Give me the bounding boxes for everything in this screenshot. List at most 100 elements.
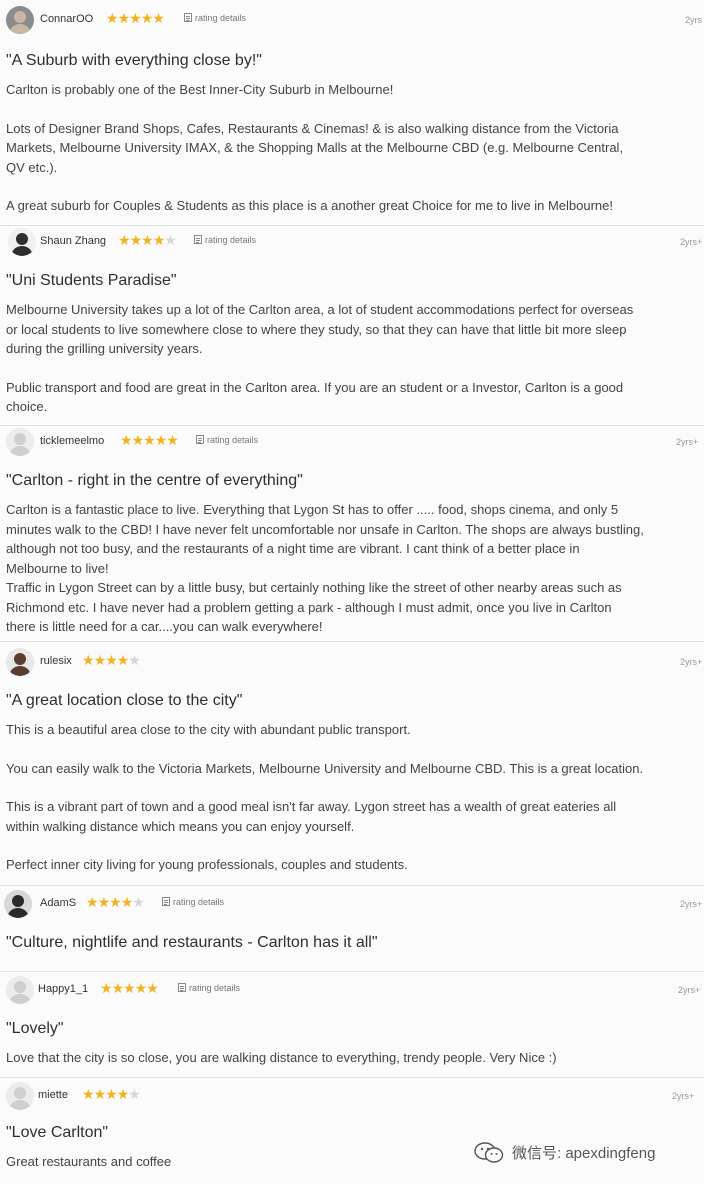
star-filled-icon: ★ <box>120 894 134 910</box>
avatar[interactable] <box>6 428 34 456</box>
star-filled-icon: ★ <box>86 894 99 910</box>
star-empty-icon: ★ <box>132 894 145 910</box>
avatar[interactable] <box>6 6 34 34</box>
star-rating: ★★★★★ <box>82 652 141 669</box>
star-filled-icon: ★ <box>129 10 142 26</box>
rating-details-link[interactable]: rating details <box>178 983 240 993</box>
review-text-line: Traffic in Lygon Street can by a little … <box>6 580 622 595</box>
star-filled-icon: ★ <box>116 1086 130 1102</box>
review-text-line: Carlton is probably one of the Best Inne… <box>6 82 394 97</box>
user-avatar-icon <box>6 428 34 456</box>
avatar[interactable] <box>4 890 32 918</box>
review-text-line: Lots of Designer Brand Shops, Cafes, Res… <box>6 120 619 136</box>
reviewer-name[interactable]: ticklemeelmo <box>40 435 104 447</box>
rating-details-link[interactable]: rating details <box>194 235 256 245</box>
wechat-bubble-icon <box>474 1142 504 1163</box>
star-filled-icon: ★ <box>120 432 133 448</box>
rating-details-label: rating details <box>173 897 225 907</box>
review-text-line: Melbourne to live! <box>6 560 109 576</box>
review-header: Shaun Zhang ★★★★★ rating details 2yrs+ <box>0 226 704 258</box>
rating-details-label: rating details <box>205 235 257 245</box>
rating-details-label: rating details <box>195 13 247 23</box>
reviewer-name[interactable]: miette <box>38 1089 68 1101</box>
review-age: 2yrs+ <box>680 657 703 667</box>
star-filled-icon: ★ <box>134 980 148 996</box>
document-icon <box>162 897 170 906</box>
star-filled-icon: ★ <box>109 894 122 910</box>
review-text-line: during the grilling university years. <box>6 341 203 356</box>
star-filled-icon: ★ <box>123 980 136 996</box>
review-title: "Uni Students Paradise" <box>6 272 177 289</box>
review-text-line: Richmond etc. I have never had a problem… <box>6 599 612 615</box>
avatar[interactable] <box>8 228 36 256</box>
review-text-line: You can easily walk to the Victoria Mark… <box>6 760 644 776</box>
reviewer-name[interactable]: Happy1_1 <box>38 983 88 995</box>
review-age: 2yrs <box>685 15 703 25</box>
star-filled-icon: ★ <box>141 232 154 248</box>
review-card: AdamS ★★★★★ rating details 2yrs+ "Culture, n… <box>0 888 704 972</box>
review-header: Happy1_1 ★★★★★ rating details 2yrs+ <box>0 974 704 1006</box>
user-avatar-icon <box>4 890 32 918</box>
star-filled-icon: ★ <box>131 432 145 448</box>
star-empty-icon: ★ <box>128 652 141 668</box>
star-empty-icon: ★ <box>164 232 177 248</box>
review-card: Happy1_1 ★★★★★ rating details 2yrs+ "Lovely"… <box>0 974 704 1078</box>
avatar[interactable] <box>6 1082 34 1110</box>
review-header: ConnarOO ★★★★★ rating details 2yrs <box>0 4 704 36</box>
review-title: "Culture, nightlife and restaurants - Ca… <box>6 934 378 951</box>
document-icon <box>194 235 202 244</box>
star-rating: ★★★★★ <box>86 894 145 911</box>
star-filled-icon: ★ <box>140 10 154 26</box>
review-body: Carlton is probably one of the Best Inne… <box>6 80 702 216</box>
reviewer-name[interactable]: AdamS <box>40 897 76 909</box>
star-rating: ★★★★★ <box>106 10 165 27</box>
star-filled-icon: ★ <box>152 232 166 248</box>
star-filled-icon: ★ <box>105 1086 118 1102</box>
avatar[interactable] <box>6 976 34 1004</box>
document-icon <box>178 983 186 992</box>
review-title: "Carlton - right in the centre of everyt… <box>6 472 303 489</box>
review-card: ticklemeelmo ★★★★★ rating details 2yrs+ "Car… <box>0 426 704 642</box>
review-card: rulesix ★★★★★ 2yrs+ "A great location close… <box>0 646 704 886</box>
document-icon <box>196 435 204 444</box>
rating-details-label: rating details <box>189 983 241 993</box>
reviewer-name[interactable]: Shaun Zhang <box>40 235 106 247</box>
review-age: 2yrs+ <box>672 1091 695 1101</box>
review-title: "Lovely" <box>6 1020 64 1037</box>
review-body: Love that the city is so close, you are … <box>6 1048 702 1068</box>
reviewer-name[interactable]: ConnarOO <box>40 13 93 25</box>
watermark: 微信号: apexdingfeng <box>470 1138 700 1168</box>
review-text-line: minutes walk to the CBD! I have never fe… <box>6 521 644 537</box>
star-filled-icon: ★ <box>154 432 168 448</box>
review-header: miette ★★★★★ 2yrs+ <box>0 1080 704 1112</box>
star-filled-icon: ★ <box>105 652 118 668</box>
rating-details-label: rating details <box>207 435 259 445</box>
review-title: "A great location close to the city" <box>6 692 243 709</box>
review-text-line: although not too busy, and the restauran… <box>6 541 580 556</box>
review-text-line: Perfect inner city living for young prof… <box>6 857 408 872</box>
user-avatar-icon <box>6 976 34 1004</box>
rating-details-link[interactable]: rating details <box>184 13 246 23</box>
user-avatar-icon <box>6 648 34 676</box>
user-avatar-icon <box>6 1082 34 1110</box>
star-filled-icon: ★ <box>118 232 131 248</box>
review-body: Melbourne University takes up a lot of t… <box>6 300 702 417</box>
star-rating: ★★★★★ <box>120 432 179 449</box>
star-filled-icon: ★ <box>143 432 156 448</box>
rating-details-link[interactable]: rating details <box>196 435 258 445</box>
review-text-line: A great suburb for Couples & Students as… <box>6 198 614 213</box>
rating-details-link[interactable]: rating details <box>162 897 224 907</box>
review-header: rulesix ★★★★★ 2yrs+ <box>0 646 704 678</box>
star-filled-icon: ★ <box>117 10 131 26</box>
review-age: 2yrs+ <box>680 237 703 247</box>
review-body: Carlton is a fantastic place to live. Ev… <box>6 500 702 637</box>
star-filled-icon: ★ <box>152 10 165 26</box>
review-text-line: Love that the city is so close, you are … <box>6 1050 557 1065</box>
star-filled-icon: ★ <box>93 1086 107 1102</box>
review-text-line: there is little need for a car....you ca… <box>6 619 323 634</box>
review-header: ticklemeelmo ★★★★★ rating details 2yrs+ <box>0 426 704 458</box>
avatar[interactable] <box>6 648 34 676</box>
review-text-line: QV etc.). <box>6 159 58 175</box>
reviewer-name[interactable]: rulesix <box>40 655 72 667</box>
star-filled-icon: ★ <box>146 980 159 996</box>
